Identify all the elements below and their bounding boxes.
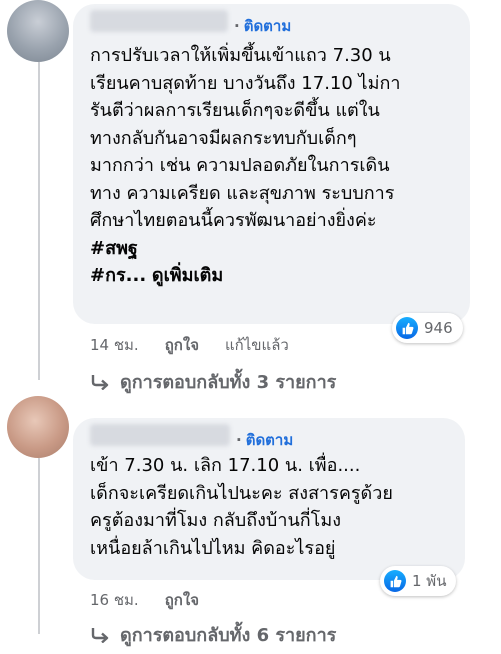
thread-line-2	[38, 458, 40, 634]
like-thumb-icon	[384, 570, 406, 592]
like-button[interactable]: ถูกใจ	[165, 333, 199, 357]
comment-line: เด็กจะเครียดเกินไปนะคะ สงสารครูด้วย	[90, 482, 393, 504]
comment-line: ทางกลับกันอาจมีผลกระทบกับเด็กๆ	[90, 127, 357, 149]
timestamp[interactable]: 16 ชม.	[90, 588, 139, 612]
reply-arrow-icon	[91, 374, 109, 390]
comment-text: การปรับเวลาให้เพิ่มขึ้นเข้าแถว 7.30 น เร…	[90, 42, 400, 290]
comment-line: เข้า 7.30 น. เลิก 17.10 น. เพื่อ....	[90, 455, 361, 476]
author-name-blurred[interactable]	[90, 10, 228, 32]
comment-line: ทาง ความเครียด และสุขภาพ ระบบการ	[90, 182, 395, 204]
view-replies-link[interactable]: ดูการตอบกลับทั้ง 3 รายการ	[90, 367, 336, 396]
follow-label: ติดตาม	[243, 17, 292, 35]
comment-meta: 14 ชม. ถูกใจ แก้ไขแล้ว	[90, 333, 289, 357]
reaction-count: 1 พัน	[412, 572, 447, 590]
comment-line: รันตีว่าผลการเรียนเด็กๆจะดีขึ้น แต่ใน	[90, 100, 380, 121]
view-replies-label: ดูการตอบกลับทั้ง 3 รายการ	[120, 372, 337, 393]
comment-line: เหนื่อยล้าเกินไปไหม คิดอะไรอยู่	[90, 537, 336, 559]
view-replies-link[interactable]: ดูการตอบกลับทั้ง 6 รายการ	[90, 620, 336, 649]
avatar[interactable]	[7, 396, 69, 458]
follow-label: ติดตาม	[245, 431, 294, 449]
edited-label: แก้ไขแล้ว	[224, 336, 289, 354]
author-name-blurred[interactable]	[90, 424, 230, 446]
follow-button[interactable]: · ติดตาม	[234, 14, 291, 38]
timestamp[interactable]: 14 ชม.	[90, 333, 139, 357]
reply-arrow-icon	[91, 627, 109, 643]
separator-dot: ·	[234, 17, 240, 35]
thread-line-1	[38, 62, 40, 380]
separator-dot: ·	[236, 431, 242, 449]
see-more-link[interactable]: ดูเพิ่มเติม	[152, 265, 223, 286]
comment-text: เข้า 7.30 น. เลิก 17.10 น. เพื่อ.... เด็…	[90, 452, 393, 562]
follow-button[interactable]: · ติดตาม	[236, 428, 293, 452]
hashtag-link[interactable]: #สพฐ	[90, 235, 400, 263]
like-button[interactable]: ถูกใจ	[165, 588, 199, 612]
comment-meta: 16 ชม. ถูกใจ	[90, 588, 199, 612]
reaction-summary[interactable]: 946	[392, 313, 463, 343]
avatar[interactable]	[7, 0, 69, 62]
comment-line: ศึกษาไทยตอนนี้ควรพัฒนาอย่างยิ่งค่ะ	[90, 210, 377, 231]
like-thumb-icon	[396, 317, 418, 339]
comment-line: ครูต้องมาที่โมง กลับถึงบ้านกี่โมง	[90, 510, 341, 531]
comment-line: การปรับเวลาให้เพิ่มขึ้นเข้าแถว 7.30 น	[90, 45, 391, 66]
hashtag-partial[interactable]: #กร...	[90, 265, 146, 286]
reaction-count: 946	[424, 319, 453, 337]
comment-line: มากกว่า เช่น ความปลอดภัยในการเดิน	[90, 155, 390, 176]
reaction-summary[interactable]: 1 พัน	[380, 566, 457, 596]
view-replies-label: ดูการตอบกลับทั้ง 6 รายการ	[120, 625, 337, 646]
comment-line: เรียนคาบสุดท้าย บางวันถึง 17.10 ไม่กา	[90, 72, 401, 94]
